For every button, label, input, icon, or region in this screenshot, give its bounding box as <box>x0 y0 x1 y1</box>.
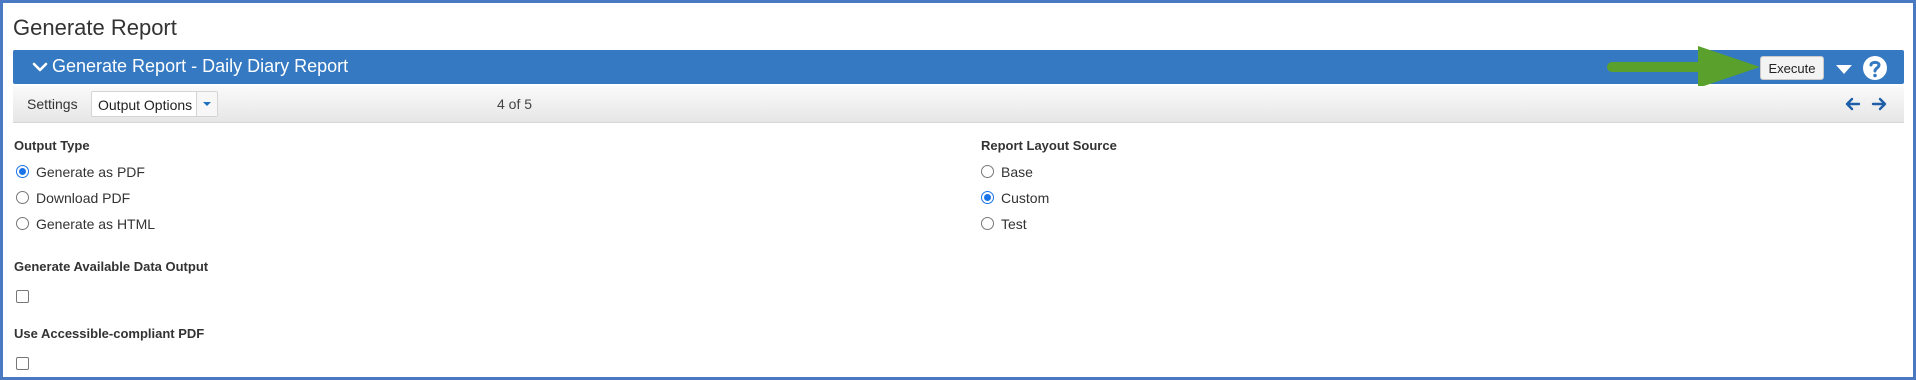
radio-label: Test <box>1001 216 1027 232</box>
radio-button[interactable] <box>16 217 29 230</box>
arrow-left-icon[interactable] <box>1845 96 1861 112</box>
step-select-value: Output Options <box>98 97 193 113</box>
report-layout-source-label: Report Layout Source <box>981 138 1117 153</box>
wizard-toolbar: Settings Output Options 4 of 5 <box>13 86 1904 123</box>
radio-button[interactable] <box>16 165 29 178</box>
caret-down-icon[interactable] <box>1834 62 1854 76</box>
settings-label[interactable]: Settings <box>27 96 78 112</box>
execute-button[interactable]: Execute <box>1760 56 1824 80</box>
select-caret[interactable] <box>196 92 217 116</box>
radio-label: Custom <box>1001 190 1050 206</box>
available-data-output-checkbox[interactable] <box>16 290 29 303</box>
radio-label: Base <box>1001 164 1033 180</box>
radio-button[interactable] <box>16 191 29 204</box>
report-window: Generate Report Generate Report - Daily … <box>0 0 1916 380</box>
available-data-output-label: Generate Available Data Output <box>14 259 209 274</box>
radio-label: Generate as PDF <box>36 164 145 180</box>
radio-button[interactable] <box>981 217 994 230</box>
accessible-pdf-checkbox[interactable] <box>16 357 29 370</box>
help-icon[interactable] <box>1862 55 1888 81</box>
caret-down-icon <box>203 102 211 106</box>
panel-title: Generate Report - Daily Diary Report <box>52 56 349 76</box>
radio-button[interactable] <box>981 165 994 178</box>
radio-button[interactable] <box>981 191 994 204</box>
step-select[interactable]: Output Options <box>91 91 218 117</box>
page-title: Generate Report <box>13 15 177 40</box>
chevron-down-icon[interactable] <box>31 58 49 76</box>
output-type-label: Output Type <box>14 138 90 153</box>
arrow-right-icon[interactable] <box>1871 96 1887 112</box>
pager-text: 4 of 5 <box>497 96 533 112</box>
radio-label: Generate as HTML <box>36 216 156 232</box>
annotation-arrow-icon <box>1607 46 1760 88</box>
radio-label: Download PDF <box>36 190 131 206</box>
accessible-pdf-label: Use Accessible-compliant PDF <box>14 326 205 341</box>
